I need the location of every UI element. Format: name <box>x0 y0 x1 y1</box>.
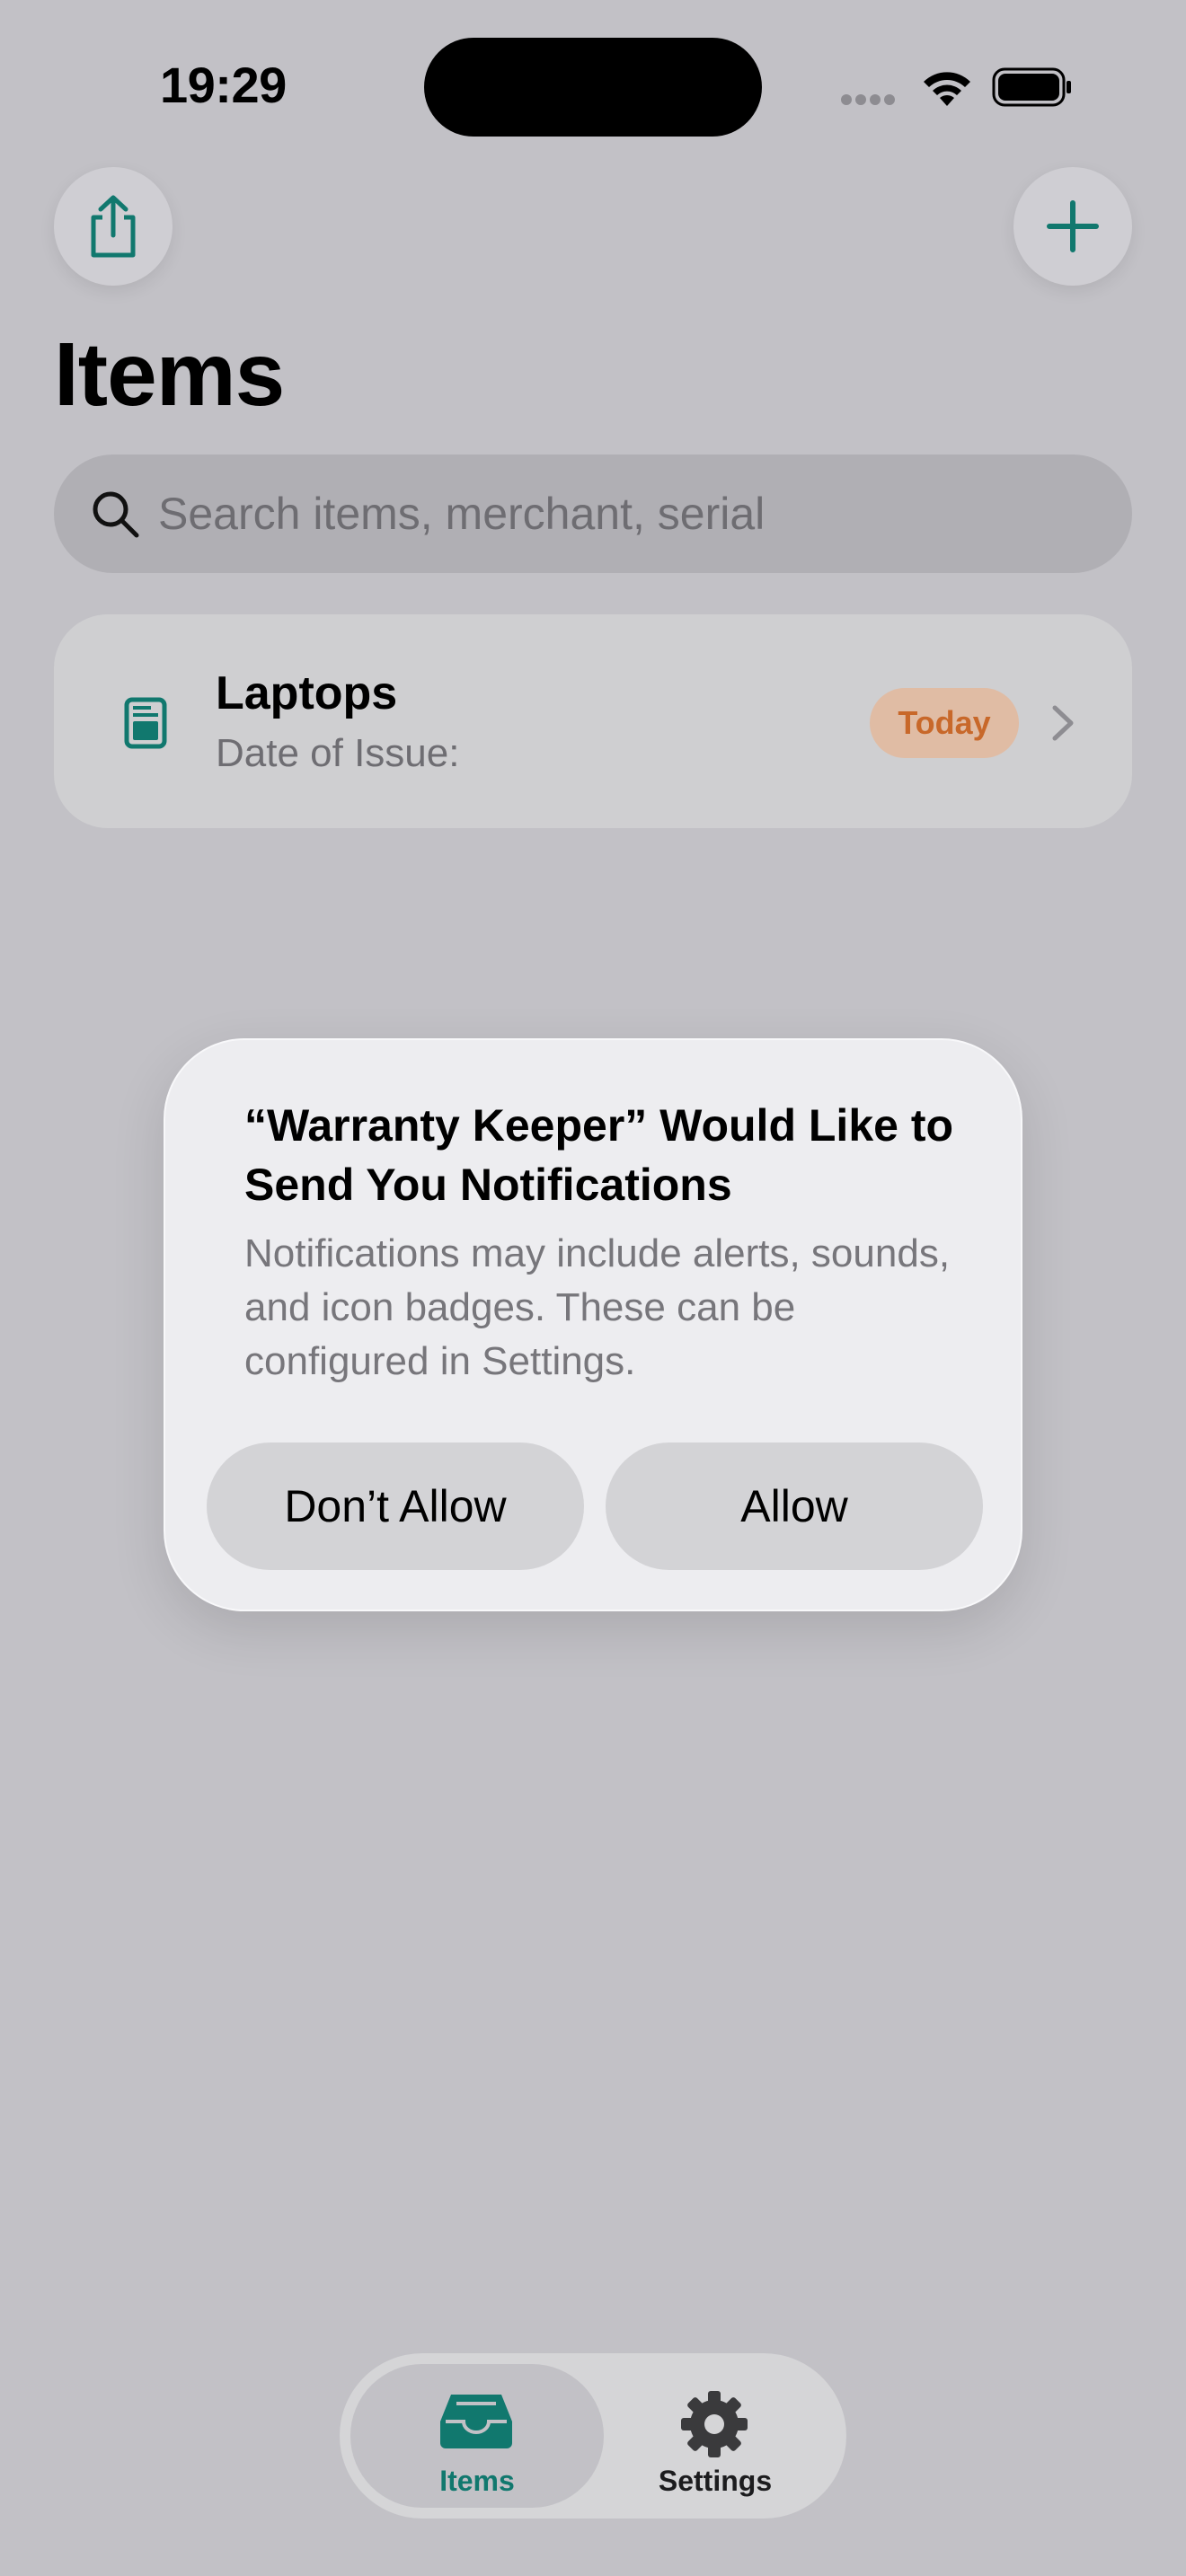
search-bar[interactable]: Search items, merchant, serial <box>54 454 1132 573</box>
item-subtitle: Date of Issue: <box>216 731 460 775</box>
dont-allow-button[interactable]: Don’t Allow <box>207 1442 584 1570</box>
gear-icon <box>681 2391 748 2457</box>
tab-items-label: Items <box>439 2465 515 2497</box>
status-time: 19:29 <box>160 57 287 113</box>
alert-title: “Warranty Keeper” Would Like to Send You… <box>244 1100 954 1210</box>
tab-settings[interactable]: Settings <box>604 2364 836 2508</box>
battery-icon <box>992 67 1071 107</box>
share-button[interactable] <box>54 167 173 286</box>
tab-settings-label: Settings <box>658 2465 773 2497</box>
item-title: Laptops <box>216 667 398 719</box>
dynamic-island <box>424 38 762 137</box>
cellular-signal-icon <box>841 93 904 106</box>
tab-bar: Items Settings <box>340 2353 846 2519</box>
chevron-right-icon <box>1052 705 1074 741</box>
share-icon <box>91 195 136 258</box>
list-item[interactable]: Laptops Date of Issue: Today <box>54 614 1132 828</box>
status-badge: Today <box>870 688 1019 758</box>
alert-message: Notifications may include alerts, sounds… <box>244 1231 951 1383</box>
document-icon <box>124 697 167 749</box>
add-item-button[interactable] <box>1013 167 1132 286</box>
wifi-icon <box>924 72 970 106</box>
tab-items[interactable]: Items <box>350 2364 604 2508</box>
allow-button[interactable]: Allow <box>606 1442 983 1570</box>
page-title: Items <box>54 324 285 425</box>
search-icon <box>93 491 139 538</box>
tray-icon <box>440 2395 512 2448</box>
search-input[interactable]: Search items, merchant, serial <box>158 488 765 540</box>
notification-permission-alert: “Warranty Keeper” Would Like to Send You… <box>164 1038 1022 1611</box>
plus-icon <box>1047 200 1099 252</box>
